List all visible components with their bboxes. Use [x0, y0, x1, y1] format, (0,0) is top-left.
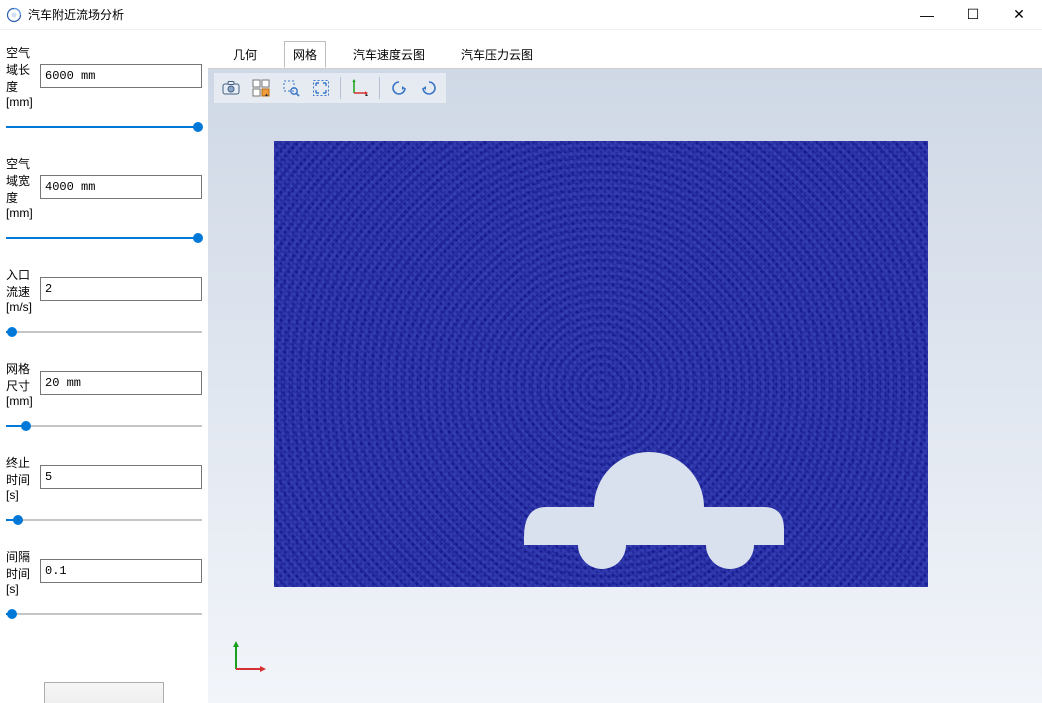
window-title: 汽车附近流场分析	[28, 6, 904, 23]
toolbar-separator	[340, 77, 341, 99]
maximize-button[interactable]: ☐	[950, 0, 996, 30]
parameter-sidebar: 空气域长度[mm] 空气域宽度[mm] 入口流速[m/s] 网格尺寸[	[0, 30, 208, 703]
minimize-button[interactable]: —	[904, 0, 950, 30]
zoom-select-icon[interactable]	[278, 75, 304, 101]
car-silhouette	[524, 437, 804, 587]
grid-options-icon[interactable]	[248, 75, 274, 101]
tab-pressure-contour[interactable]: 汽车压力云图	[452, 41, 542, 68]
air-length-input[interactable]	[40, 64, 202, 88]
mesh-canvas[interactable]	[274, 141, 928, 587]
tab-bar: 几何 网格 汽车速度云图 汽车压力云图	[208, 30, 1042, 68]
field-label: 空气域长度[mm]	[6, 42, 40, 109]
inlet-velocity-input[interactable]	[40, 277, 202, 301]
air-width-input[interactable]	[40, 175, 202, 199]
tab-velocity-contour[interactable]: 汽车速度云图	[344, 41, 434, 68]
mesh-size-slider[interactable]	[6, 418, 202, 434]
field-label: 间隔时间[s]	[6, 546, 40, 596]
viewer-panel[interactable]	[208, 68, 1042, 703]
end-time-slider[interactable]	[6, 512, 202, 528]
air-length-slider[interactable]	[6, 119, 202, 135]
inlet-velocity-slider[interactable]	[6, 324, 202, 340]
close-button[interactable]: ✕	[996, 0, 1042, 30]
title-bar: 汽车附近流场分析 — ☐ ✕	[0, 0, 1042, 30]
tab-mesh[interactable]: 网格	[284, 41, 326, 68]
app-icon	[6, 7, 22, 23]
camera-icon[interactable]	[218, 75, 244, 101]
mesh-size-input[interactable]	[40, 371, 202, 395]
rotate-right-icon[interactable]	[416, 75, 442, 101]
air-width-slider[interactable]	[6, 230, 202, 246]
field-label: 网格尺寸[mm]	[6, 358, 40, 408]
axis-triad-icon	[228, 637, 268, 677]
rotate-left-icon[interactable]	[386, 75, 412, 101]
end-time-input[interactable]	[40, 465, 202, 489]
compute-button[interactable]: 计算	[44, 682, 164, 703]
field-label: 空气域宽度[mm]	[6, 153, 40, 220]
tab-geometry[interactable]: 几何	[224, 41, 266, 68]
fit-view-icon[interactable]	[308, 75, 334, 101]
toolbar-separator	[379, 77, 380, 99]
field-label: 入口流速[m/s]	[6, 264, 40, 314]
field-label: 终止时间[s]	[6, 452, 40, 502]
interval-time-slider[interactable]	[6, 606, 202, 622]
axis-config-icon[interactable]	[347, 75, 373, 101]
interval-time-input[interactable]	[40, 559, 202, 583]
viewer-toolbar	[214, 73, 446, 103]
